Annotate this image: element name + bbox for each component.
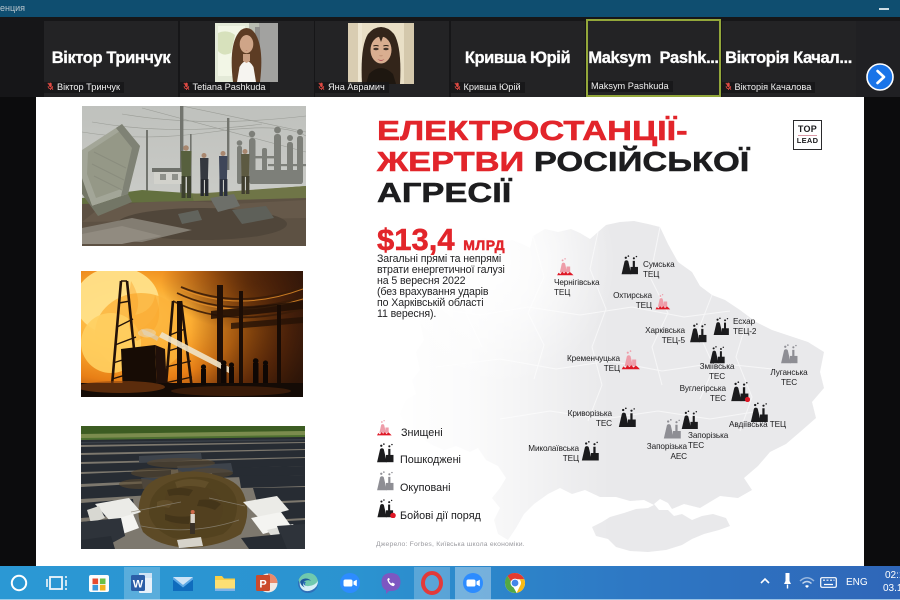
svg-text:P: P	[259, 579, 266, 591]
svg-text:W: W	[133, 579, 144, 591]
